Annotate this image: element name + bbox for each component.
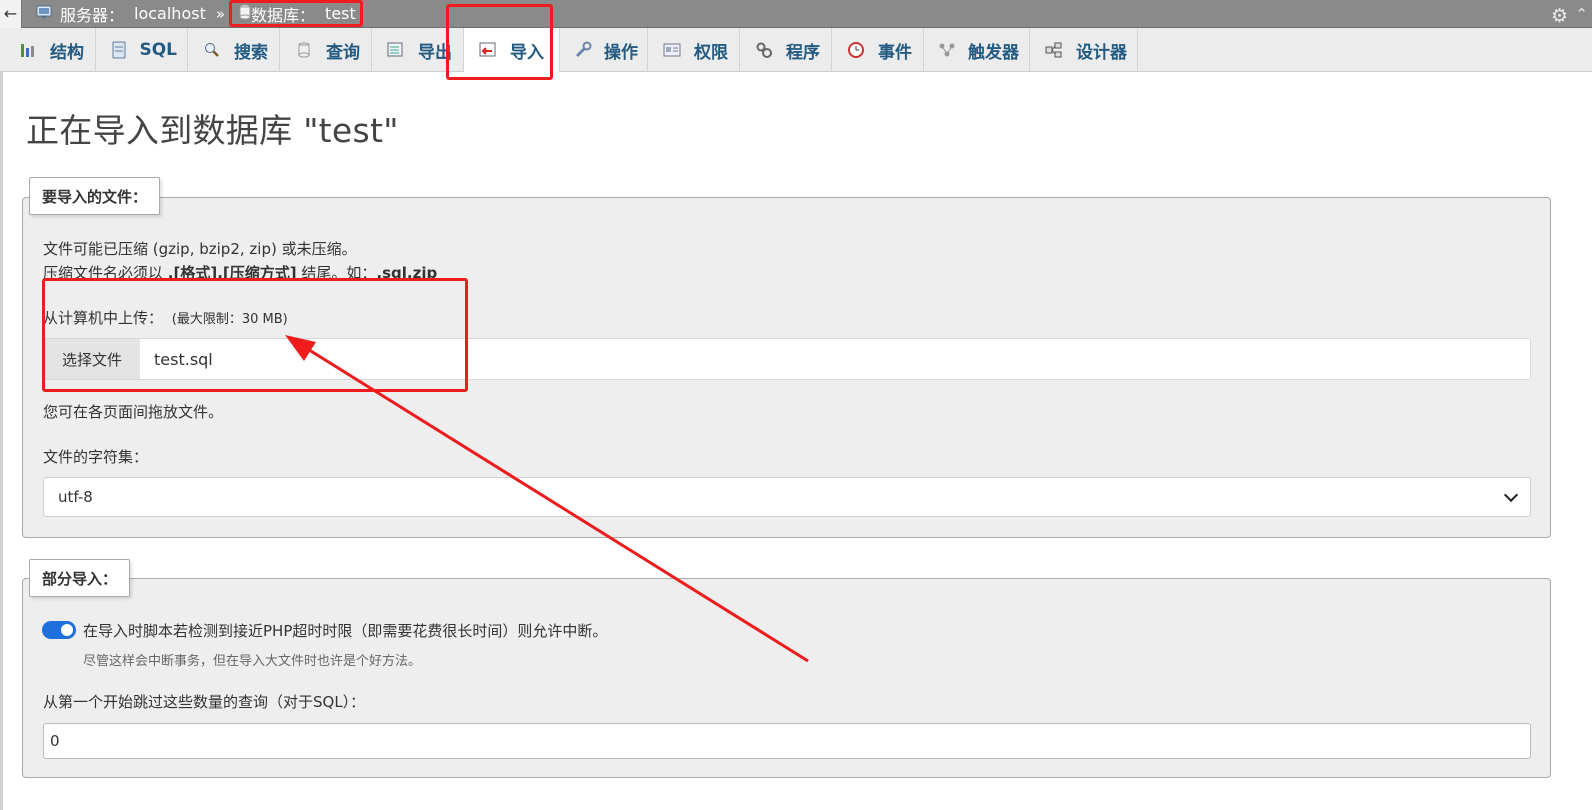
database-label: 数据库： (251, 5, 316, 25)
compression-info: 文件可能已压缩 (gzip, bzip2, zip) 或未压缩。 (43, 240, 357, 258)
database-value: test (325, 4, 356, 23)
search-icon (202, 41, 222, 59)
allow-interrupt-toggle[interactable] (42, 621, 76, 639)
chevron-down-icon (1503, 487, 1519, 502)
breadcrumb-separator: » (215, 4, 226, 23)
privileges-icon (662, 41, 682, 59)
compression-naming-info: 压缩文件名必须以 .[格式].[压缩方式] 结尾。如：.sql.zip (43, 264, 438, 282)
structure-icon (18, 41, 38, 59)
tab-structure[interactable]: 结构 (4, 28, 96, 72)
tab-import[interactable]: 导入 (464, 28, 560, 72)
tab-triggers[interactable]: 触发器 (924, 28, 1030, 72)
server-value: localhost (134, 4, 206, 23)
charset-select[interactable]: utf-8 (43, 477, 1531, 517)
server-icon (36, 4, 54, 24)
wrench-icon (574, 41, 592, 59)
file-import-legend: 要导入的文件： (29, 177, 161, 215)
gear-icon[interactable]: ⚙ (1551, 5, 1568, 27)
tab-search[interactable]: 搜索 (188, 28, 280, 72)
breadcrumb-server[interactable]: 服务器： localhost (36, 0, 206, 28)
collapse-icon[interactable]: ⌃ (1575, 5, 1588, 23)
tab-bar: 结构 SQL 搜索 查询 导出 导入 操作 权限 程序 事件 触发器 设计器 (0, 28, 1592, 72)
chosen-file-name: test.sql (140, 339, 1530, 379)
events-icon (846, 41, 866, 59)
allow-interrupt-label[interactable]: 在导入时脚本若检测到接近PHP超时时限（即需要花费很长时间）则允许中断。 (83, 620, 607, 641)
page-title: 正在导入到数据库 "test" (26, 111, 399, 150)
designer-icon (1044, 41, 1064, 59)
routines-icon (754, 41, 774, 59)
sql-icon (110, 41, 127, 59)
left-border (0, 72, 3, 810)
partial-import-legend: 部分导入： (29, 559, 131, 597)
file-input[interactable]: 选择文件 test.sql (43, 338, 1531, 380)
tab-events[interactable]: 事件 (832, 28, 924, 72)
tab-designer[interactable]: 设计器 (1030, 28, 1138, 72)
triggers-icon (938, 41, 956, 59)
skip-queries-label: 从第一个开始跳过这些数量的查询（对于SQL）： (43, 693, 366, 711)
upload-label-row: 从计算机中上传： (最大限制：30 MB) (43, 307, 288, 328)
upload-limit: (最大限制：30 MB) (171, 312, 288, 327)
server-label: 服务器： (60, 5, 125, 25)
charset-label: 文件的字符集： (43, 448, 149, 466)
tab-privileges[interactable]: 权限 (648, 28, 740, 72)
tab-export[interactable]: 导出 (372, 28, 464, 72)
query-icon (294, 41, 314, 59)
upload-label: 从计算机中上传： (43, 309, 164, 327)
tab-query[interactable]: 查询 (280, 28, 372, 72)
back-arrow-button[interactable]: ← (0, 0, 22, 28)
database-icon (239, 4, 251, 24)
breadcrumb: ← 服务器： localhost » 数据库： test ⚙ ⌃ (0, 0, 1592, 28)
tab-operations[interactable]: 操作 (560, 28, 648, 72)
allow-interrupt-hint: 尽管这样会中断事务，但在导入大文件时也许是个好方法。 (83, 654, 422, 669)
export-icon (386, 41, 406, 59)
breadcrumb-database[interactable]: 数据库： test (233, 0, 362, 28)
tab-routines[interactable]: 程序 (740, 28, 832, 72)
import-icon (478, 41, 498, 59)
tab-sql[interactable]: SQL (96, 28, 188, 72)
charset-value: utf-8 (58, 488, 93, 506)
drag-drop-hint: 您可在各页面间拖放文件。 (43, 403, 224, 421)
choose-file-button[interactable]: 选择文件 (44, 339, 140, 379)
skip-queries-input[interactable]: 0 (43, 723, 1531, 759)
